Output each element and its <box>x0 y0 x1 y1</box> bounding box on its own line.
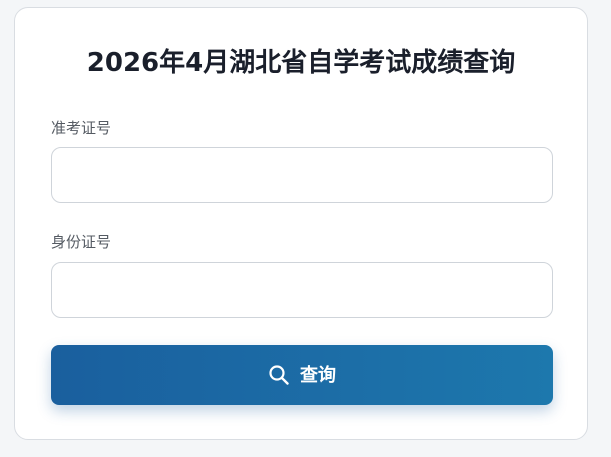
id-number-input[interactable] <box>51 262 553 318</box>
query-card: 2026年4月湖北省自学考试成绩查询 准考证号 身份证号 查询 <box>14 7 588 440</box>
search-icon <box>268 364 290 386</box>
page-title: 2026年4月湖北省自学考试成绩查询 <box>86 48 516 78</box>
exam-number-input[interactable] <box>51 147 553 203</box>
id-number-label: 身份证号 <box>51 233 112 251</box>
query-button-label: 查询 <box>300 365 336 385</box>
exam-number-label: 准考证号 <box>51 119 112 137</box>
query-button[interactable]: 查询 <box>51 345 553 405</box>
